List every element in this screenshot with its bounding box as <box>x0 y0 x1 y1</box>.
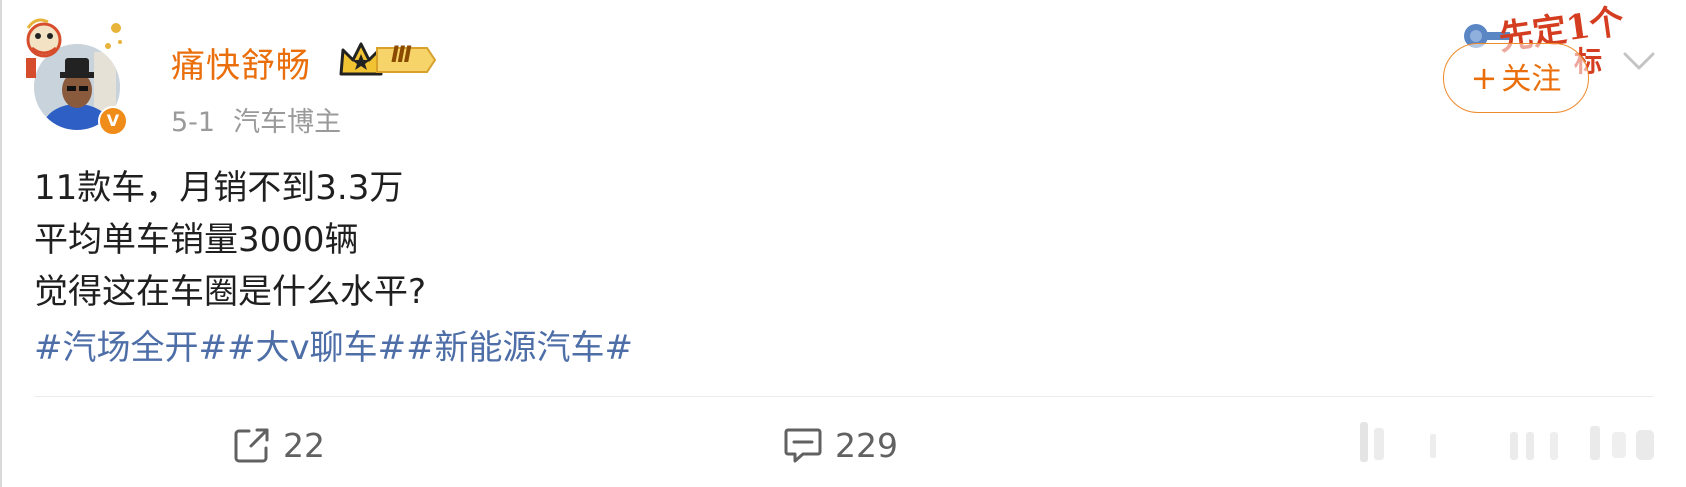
post-body: 11款车，月销不到3.3万 平均单车销量3000辆 觉得这在车圈是什么水平? <box>34 162 426 318</box>
plus-icon: + <box>1470 59 1498 97</box>
author-avatar-wrapper[interactable]: V <box>24 14 128 136</box>
card-left-border <box>0 0 2 487</box>
post-line: 平均单车销量3000辆 <box>34 220 359 260</box>
share-icon <box>234 428 269 463</box>
post-line: 觉得这在车圈是什么水平? <box>34 272 427 312</box>
author-tag: 汽车博主 <box>233 107 342 138</box>
follow-button[interactable]: + 关注 <box>1443 43 1589 113</box>
crown-icon <box>339 42 437 76</box>
share-count: 22 <box>283 425 325 465</box>
author-name[interactable]: 痛快舒畅 <box>171 38 311 87</box>
comment-button[interactable]: 229 <box>783 425 898 465</box>
post-meta: 5-1 汽车博主 <box>171 100 341 139</box>
vip-level-text: Ⅲ <box>391 43 412 68</box>
watermark-bars-icon <box>1360 422 1654 462</box>
comment-icon <box>784 428 822 463</box>
verified-badge-icon: V <box>98 106 128 136</box>
divider <box>34 396 1654 397</box>
post-date[interactable]: 5-1 <box>171 107 215 138</box>
follow-label: 关注 <box>1501 62 1562 97</box>
share-button[interactable]: 22 <box>233 425 325 465</box>
weibo-post-card: V 痛快舒畅 Ⅲ 5-1 汽车博主 先定1个 标 + 关注 11款车，月销不到3.3… <box>0 0 1686 487</box>
post-line: 11款车，月销不到3.3万 <box>34 168 404 208</box>
hashtag-links[interactable]: #汽场全开##大v聊车##新能源汽车# <box>34 322 633 374</box>
chevron-down-icon[interactable] <box>1622 50 1656 72</box>
lion-dance-frame-icon <box>26 18 122 78</box>
vip-level-badge[interactable]: Ⅲ <box>339 40 437 80</box>
comment-count: 229 <box>835 425 898 465</box>
